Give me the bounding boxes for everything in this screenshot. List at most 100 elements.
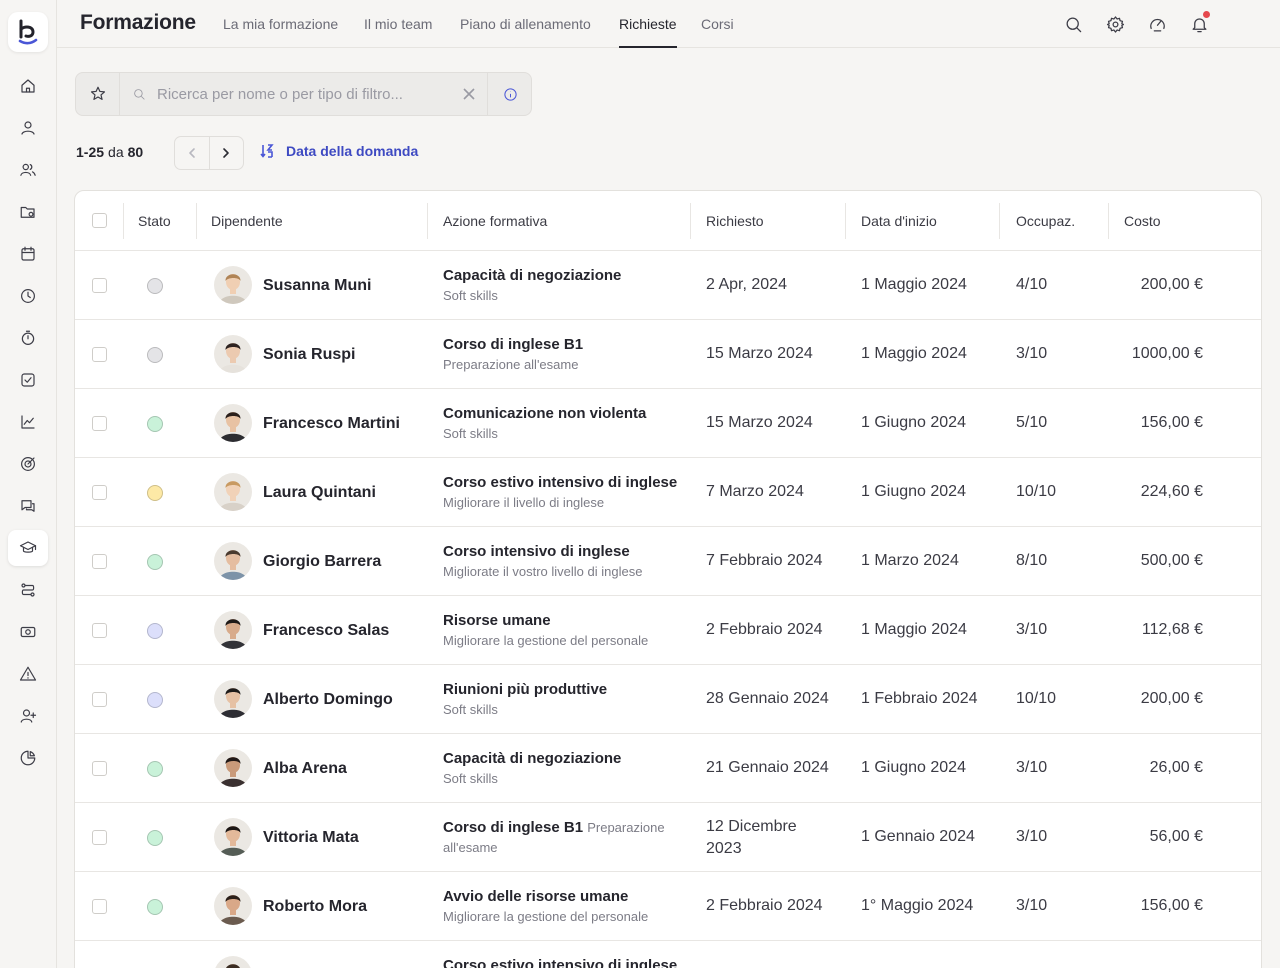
row-checkbox[interactable] [92,347,107,362]
col-dipendente[interactable]: Dipendente [211,213,283,229]
sidebar-item-users[interactable] [8,152,48,188]
sidebar-item-clock[interactable] [8,278,48,314]
notification-badge [1203,11,1210,18]
course-cell[interactable]: Corso di inglese B1 Preparazione all'esam… [443,335,688,374]
favorite-filter-button[interactable] [76,73,120,115]
employee-name[interactable]: Francesco Martini [263,415,400,433]
table-row[interactable]: Sonia Ruspi Corso di inglese B1 Preparazio… [75,320,1261,389]
course-cell[interactable]: Corso estivo intensivo di inglese [443,956,688,968]
course-title: Corso estivo intensivo di inglese [443,957,678,968]
sidebar-item-workflow[interactable] [8,572,48,608]
sidebar-item-alert[interactable] [8,656,48,692]
row-checkbox[interactable] [92,554,107,569]
table-row[interactable]: Susanna Muni Capacità di negoziazione Soft… [75,251,1261,320]
tab-corsi[interactable]: Corsi [701,16,734,48]
course-subtitle: Soft skills [443,288,498,303]
course-cell[interactable]: Corso estivo intensivo di inglese Miglior… [443,473,688,512]
employee-name[interactable]: Francesco Salas [263,622,389,640]
sort-button[interactable]: Data della domanda [260,143,418,159]
tab-il-mio-team[interactable]: Il mio team [364,16,432,48]
row-checkbox[interactable] [92,623,107,638]
occupancy: 5/10 [1016,414,1048,431]
employee-name[interactable]: Roberto Mora [263,898,367,916]
sidebar-item-money[interactable] [8,614,48,650]
row-checkbox[interactable] [92,899,107,914]
course-subtitle: Soft skills [443,702,498,717]
course-cell[interactable]: Corso di inglese B1 Preparazione all'esa… [443,818,688,858]
row-checkbox[interactable] [92,485,107,500]
employee-name[interactable]: Alberto Domingo [263,691,393,709]
sidebar-item-user[interactable] [8,110,48,146]
bell-icon[interactable] [1187,11,1211,36]
table-row[interactable]: Roberto Mora Avvio delle risorse umane Mig… [75,872,1261,941]
clear-search-button[interactable] [463,87,477,101]
table-row[interactable]: Alberto Domingo Riunioni più produttive So… [75,665,1261,734]
row-checkbox[interactable] [92,761,107,776]
sort-label: Data della domanda [286,143,419,159]
table-row[interactable]: Alba Arena Capacità di negoziazione Soft s… [75,734,1261,803]
status-indicator [147,278,163,294]
requested-date: 7 Marzo 2024 [706,483,804,500]
start-date: 1 Maggio 2024 [861,276,967,293]
sidebar-item-calendar[interactable] [8,236,48,272]
tab-richieste[interactable]: Richieste [619,16,677,48]
course-cell[interactable]: Capacità di negoziazione Soft skills [443,749,688,788]
search-info-button[interactable] [488,73,532,115]
col-azione-formativa[interactable]: Azione formativa [443,213,547,229]
tab-piano-di-allenamento[interactable]: Piano di allenamento [460,16,591,48]
sidebar-item-chat[interactable] [8,488,48,524]
chevron-right-icon [223,148,230,158]
gear-icon[interactable] [1103,12,1127,36]
table-row[interactable]: Corso estivo intensivo di inglese [75,941,1261,968]
employee-name[interactable]: Laura Quintani [263,484,376,502]
prev-page-button[interactable] [175,137,209,169]
select-all-checkbox[interactable] [92,213,107,228]
next-page-button[interactable] [208,137,243,169]
sidebar-item-graduation-cap[interactable] [8,530,48,566]
sidebar-item-user-add[interactable] [8,698,48,734]
employee-name[interactable]: Giorgio Barrera [263,553,381,571]
sidebar-item-target[interactable] [8,446,48,482]
sidebar [0,0,57,968]
table-row[interactable]: Giorgio Barrera Corso intensivo di ingles… [75,527,1261,596]
col-costo[interactable]: Costo [1124,213,1161,229]
pagination-of: da [108,144,124,160]
course-cell[interactable]: Risorse umane Migliorare la gestione del … [443,611,688,650]
employee-name[interactable]: Alba Arena [263,760,347,778]
col-stato[interactable]: Stato [138,213,171,229]
search-icon[interactable] [1061,12,1085,36]
sidebar-item-folder[interactable] [8,194,48,230]
app-logo[interactable] [8,12,48,52]
sidebar-item-chart[interactable] [8,404,48,440]
row-checkbox[interactable] [92,278,107,293]
table-row[interactable]: Francesco Salas Risorse umane Migliorare l… [75,596,1261,665]
sidebar-item-checkbox[interactable] [8,362,48,398]
employee-name[interactable]: Sonia Ruspi [263,346,355,364]
table-header: Stato Dipendente Azione formativa Richie… [75,191,1261,251]
course-cell[interactable]: Avvio delle risorse umane Migliorare la g… [443,887,688,926]
course-cell[interactable]: Capacità di negoziazione Soft skills [443,266,688,305]
tab-la-mia-formazione[interactable]: La mia formazione [223,16,338,48]
course-cell[interactable]: Corso intensivo di inglese Migliorate il … [443,542,688,581]
table-row[interactable]: Vittoria Mata Corso di inglese B1 Prepara… [75,803,1261,872]
course-subtitle: Migliorare il livello di inglese [443,495,605,510]
row-checkbox[interactable] [92,692,107,707]
sidebar-item-pie-chart[interactable] [8,740,48,776]
speed-icon[interactable] [1145,12,1169,36]
sidebar-item-timer[interactable] [8,320,48,356]
row-checkbox[interactable] [92,830,107,845]
table-row[interactable]: Laura Quintani Corso estivo intensivo di … [75,458,1261,527]
search-input[interactable] [157,83,457,105]
sidebar-item-home[interactable] [8,68,48,104]
col-richiesto[interactable]: Richiesto [706,213,764,229]
row-checkbox[interactable] [92,416,107,431]
course-cell[interactable]: Comunicazione non violenta Soft skills [443,404,688,443]
course-cell[interactable]: Riunioni più produttive Soft skills [443,680,688,719]
col-occupazione[interactable]: Occupaz. [1016,213,1075,229]
col-data-inizio[interactable]: Data d'inizio [861,213,937,229]
employee-name[interactable]: Vittoria Mata [263,829,359,847]
employee-name[interactable]: Susanna Muni [263,277,371,295]
occupancy: 3/10 [1016,759,1048,776]
brand-logo-icon [18,19,38,45]
table-row[interactable]: Francesco Martini Comunicazione non viole… [75,389,1261,458]
